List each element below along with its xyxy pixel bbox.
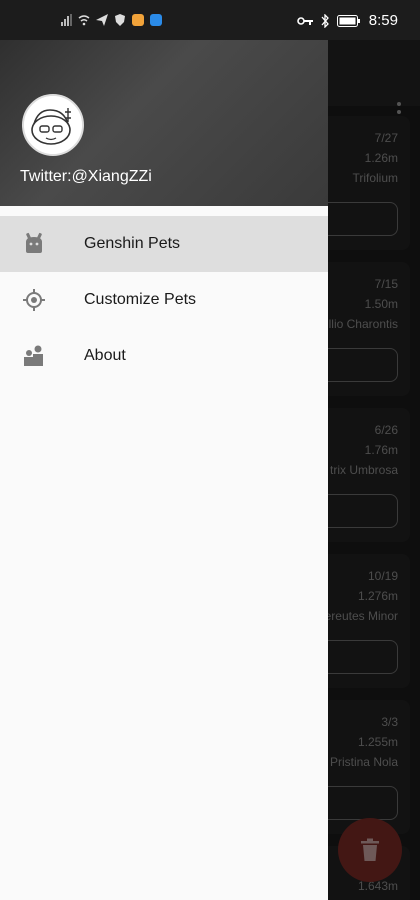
wifi-icon [78,15,90,26]
app-badge-icon [132,14,144,26]
people-icon [24,345,43,366]
signal-icon [61,14,72,26]
drawer-item-about[interactable]: About [0,328,328,384]
send-icon [96,14,108,26]
shield-icon [115,14,125,26]
drawer-item-label: About [84,347,126,364]
crosshair-icon [23,289,45,311]
key-icon [296,16,313,25]
drawer-item-genshin-pets[interactable]: Genshin Pets [0,216,328,272]
app-badge-blue-icon [150,14,162,26]
status-time: 8:59 [368,12,398,29]
drawer-item-customize-pets[interactable]: Customize Pets [0,272,328,328]
android-icon [26,232,42,253]
drawer-item-label: Genshin Pets [84,235,181,252]
battery-icon [336,14,360,27]
avatar-image [24,96,82,154]
bluetooth-icon [321,13,329,28]
drawer-menu: Genshin Pets Customize Pets About [0,216,328,384]
profile-handle: Twitter:@XiangZZi [20,168,152,185]
navigation-drawer: Twitter:@XiangZZi Genshin Pets Customize… [0,0,328,900]
avatar[interactable] [22,94,84,156]
drawer-item-label: Customize Pets [84,291,197,308]
status-bar: 8:59 [0,0,420,40]
